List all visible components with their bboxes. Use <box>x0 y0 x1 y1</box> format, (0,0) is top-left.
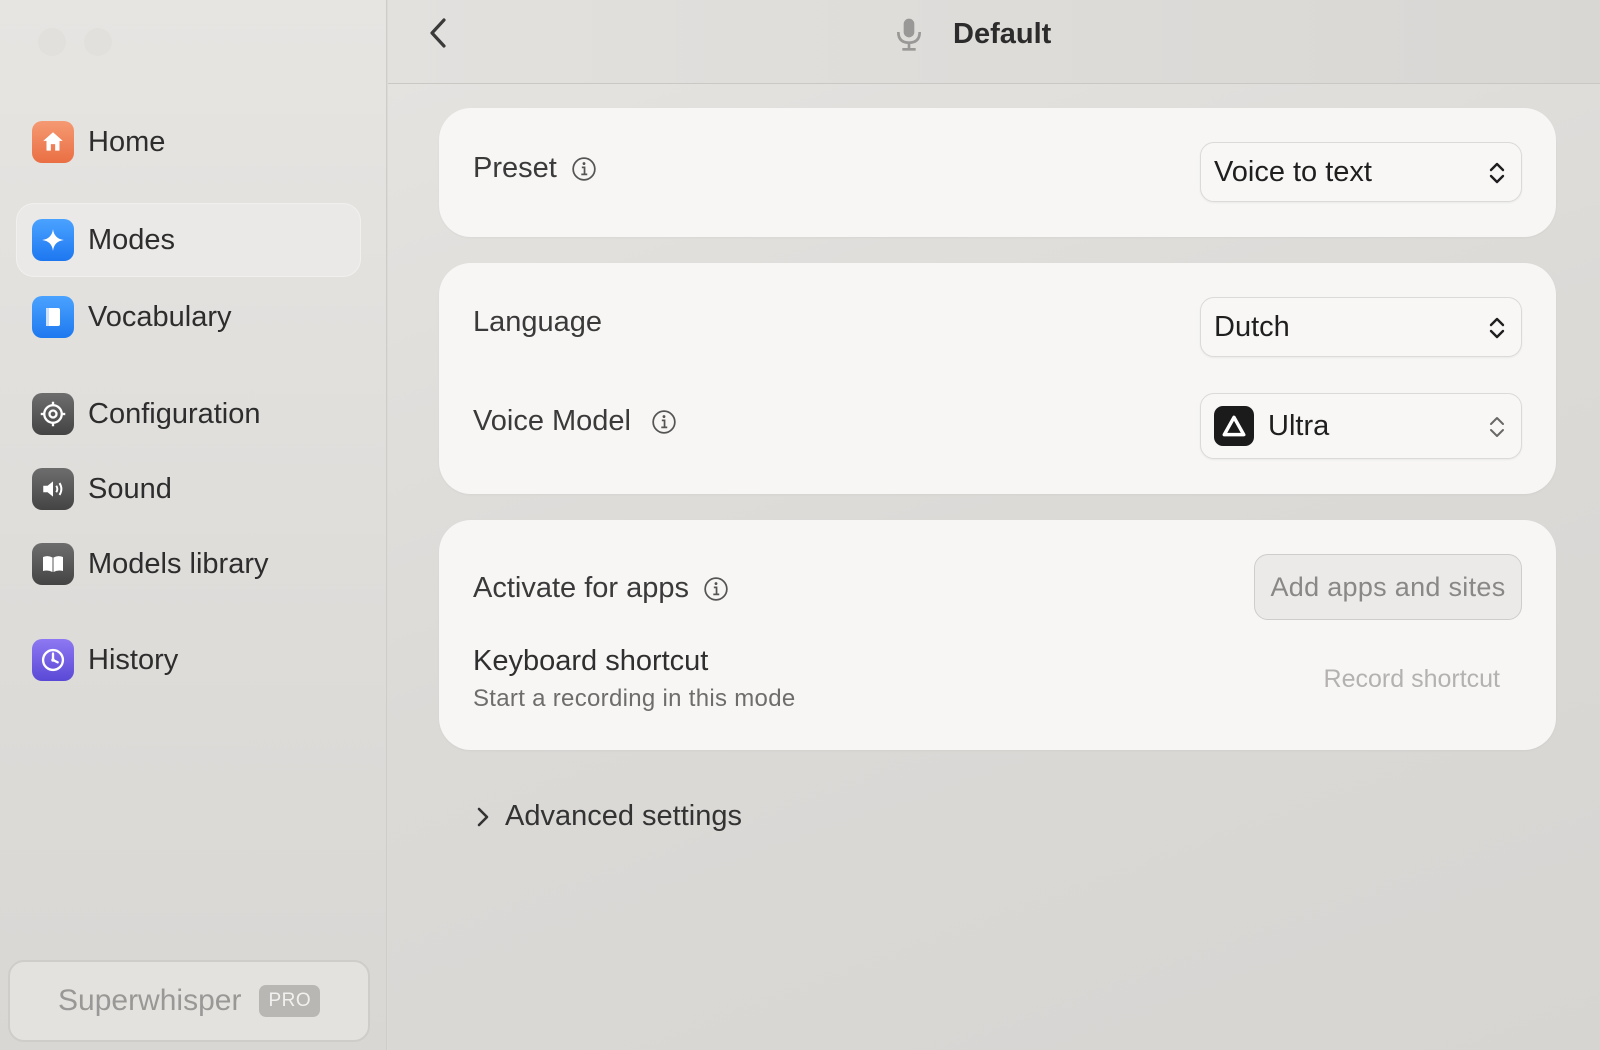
activation-card: Activate for apps Add apps and sites Key… <box>439 520 1556 750</box>
sidebar-item-label: Models library <box>88 547 269 580</box>
chevron-left-icon <box>430 18 446 48</box>
keyboard-shortcut-subtitle: Start a recording in this mode <box>473 685 796 712</box>
advanced-settings-label: Advanced settings <box>505 800 742 832</box>
brand-name: Superwhisper <box>58 984 242 1017</box>
keyboard-shortcut-title: Keyboard shortcut <box>473 645 709 677</box>
voice-model-row: Voice Model <box>473 405 677 438</box>
sidebar-item-vocabulary[interactable]: Vocabulary <box>16 280 361 354</box>
add-apps-button[interactable]: Add apps and sites <box>1254 554 1522 620</box>
sidebar-item-label: Home <box>88 125 166 158</box>
preset-card: Preset Voice to text <box>439 108 1556 237</box>
sidebar-item-history[interactable]: History <box>16 623 361 697</box>
language-label: Language <box>473 306 603 338</box>
sidebar: Home Modes Vocabulary Configuration Soun… <box>0 0 387 1050</box>
page-title: Default <box>953 17 1052 50</box>
voice-model-label: Voice Model <box>473 405 631 437</box>
minimize-window-button[interactable] <box>84 28 112 56</box>
sidebar-item-label: History <box>88 643 179 676</box>
language-select[interactable]: Dutch <box>1200 297 1522 357</box>
info-icon[interactable] <box>571 156 597 182</box>
sidebar-item-configuration[interactable]: Configuration <box>16 377 361 451</box>
voice-model-select[interactable]: Ultra <box>1200 393 1522 459</box>
advanced-settings-toggle[interactable]: Advanced settings <box>473 800 742 833</box>
history-icon <box>32 639 74 681</box>
activate-row: Activate for apps <box>473 572 729 605</box>
book-icon <box>32 296 74 338</box>
preset-select[interactable]: Voice to text <box>1200 142 1522 202</box>
sidebar-item-label: Sound <box>88 472 172 505</box>
window-controls <box>38 28 112 56</box>
speaker-icon <box>32 468 74 510</box>
language-model-card: Language Dutch Voice Model Ultra <box>439 263 1556 494</box>
home-icon <box>32 121 74 163</box>
info-icon[interactable] <box>703 576 729 602</box>
open-book-icon <box>32 543 74 585</box>
chevron-up-down-icon <box>1489 317 1505 339</box>
toolbar: Default <box>388 0 1600 84</box>
preset-label: Preset <box>473 152 557 184</box>
sidebar-item-modes[interactable]: Modes <box>16 203 361 277</box>
main-content: Default Preset Voice to text Language Du… <box>388 0 1600 1050</box>
preset-select-value: Voice to text <box>1214 155 1372 188</box>
sparkle-icon <box>32 219 74 261</box>
info-icon[interactable] <box>651 409 677 435</box>
close-window-button[interactable] <box>38 28 66 56</box>
microphone-icon <box>893 16 925 52</box>
title-group: Default <box>893 16 1051 52</box>
sidebar-item-sound[interactable]: Sound <box>16 452 361 526</box>
back-button[interactable] <box>422 16 454 52</box>
language-select-value: Dutch <box>1214 310 1290 343</box>
sidebar-item-label: Configuration <box>88 397 261 430</box>
sidebar-item-label: Modes <box>88 223 176 256</box>
record-shortcut-button[interactable]: Record shortcut <box>1324 665 1500 694</box>
chevron-right-icon <box>477 807 489 826</box>
gear-icon <box>32 393 74 435</box>
sidebar-item-models-library[interactable]: Models library <box>16 527 361 601</box>
chevron-up-down-icon <box>1489 162 1505 184</box>
voice-model-select-value: Ultra <box>1268 409 1330 442</box>
language-row: Language <box>473 306 602 339</box>
preset-row: Preset <box>473 152 597 185</box>
ultra-model-logo-icon <box>1214 406 1254 446</box>
chevron-up-down-icon <box>1490 417 1504 437</box>
brand-account-button[interactable]: Superwhisper PRO <box>8 960 370 1042</box>
sidebar-item-home[interactable]: Home <box>16 105 361 179</box>
activate-label: Activate for apps <box>473 572 689 604</box>
pro-badge: PRO <box>259 985 321 1017</box>
sidebar-item-label: Vocabulary <box>88 300 232 333</box>
